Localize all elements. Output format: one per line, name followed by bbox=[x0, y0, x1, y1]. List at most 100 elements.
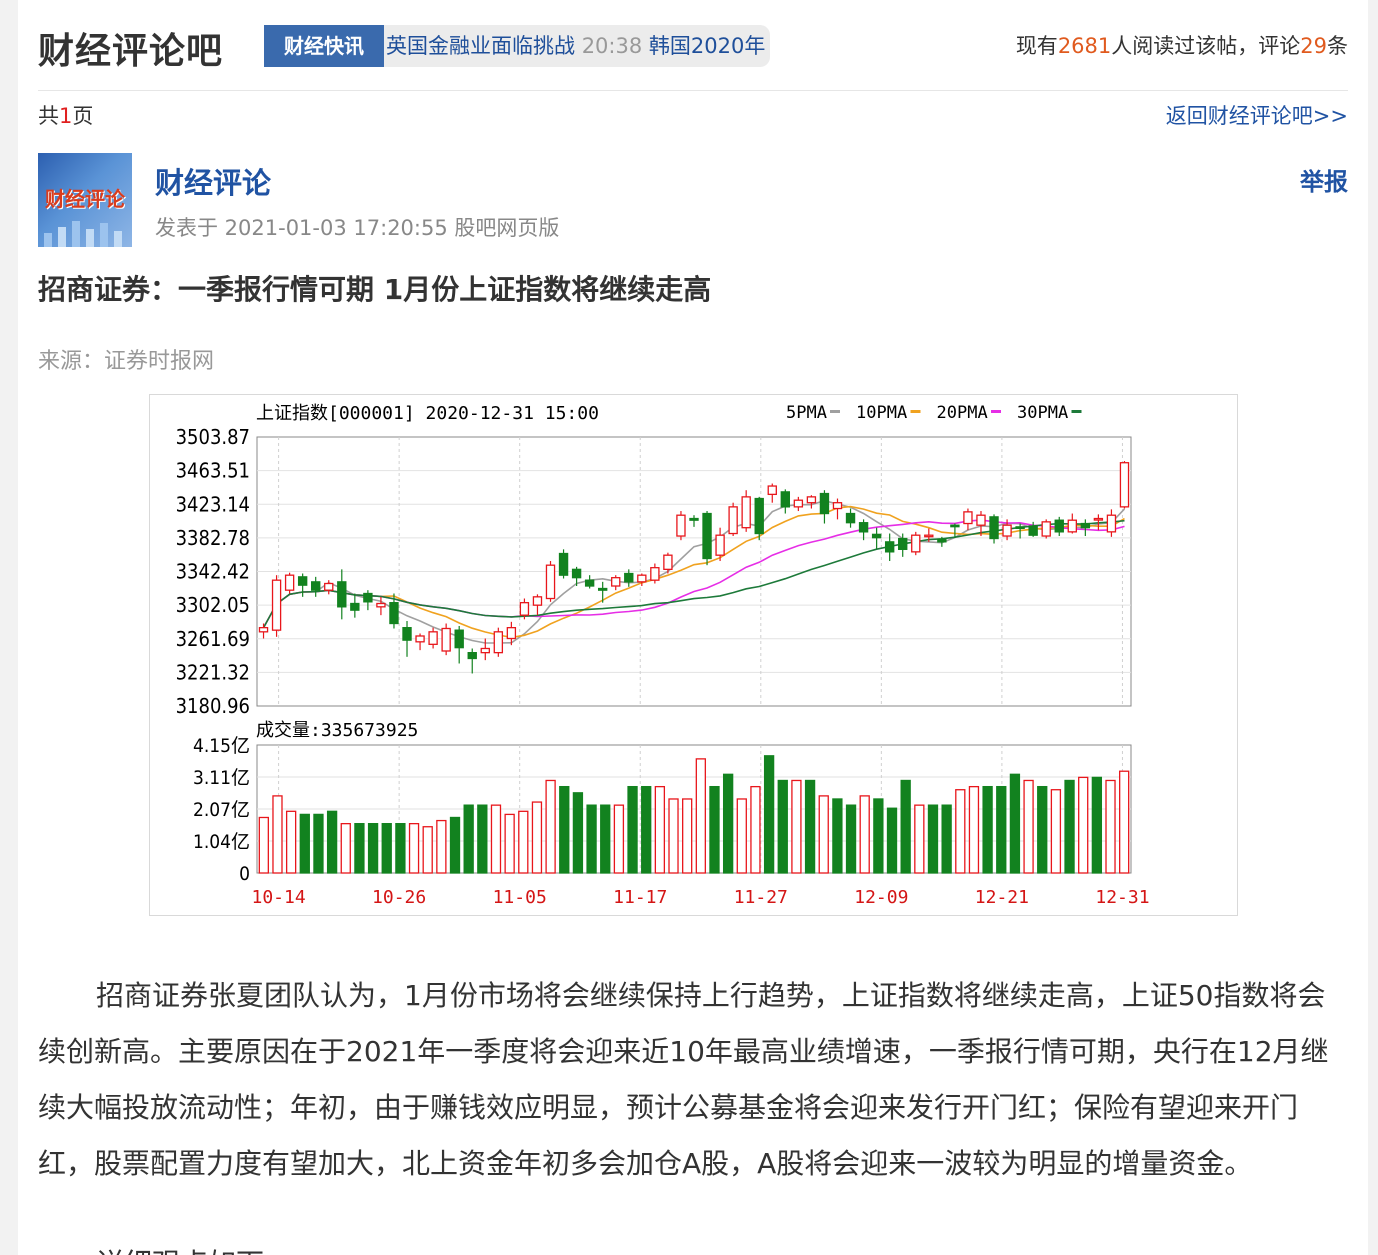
candle-body bbox=[311, 581, 321, 591]
volume-bar bbox=[832, 798, 843, 874]
volume-bar bbox=[326, 810, 338, 874]
ticker-news-link[interactable]: 韩国2020年 bbox=[649, 34, 765, 58]
candle-body bbox=[454, 629, 464, 649]
price-tick-label: 3180.96 bbox=[176, 694, 250, 718]
legend-swatch bbox=[991, 410, 1001, 413]
article-paragraph: 详细观点如下： bbox=[38, 1236, 1348, 1255]
author-avatar[interactable]: 财经评论 bbox=[38, 153, 132, 247]
candle-body bbox=[976, 514, 986, 526]
candle-body bbox=[1054, 519, 1064, 533]
volume-bar bbox=[449, 816, 461, 874]
news-ticker[interactable]: 财经快讯 英国金融业面临挑战 20:38 韩国2020年 bbox=[264, 25, 770, 67]
candle-body bbox=[676, 514, 686, 537]
read-stats: 现有2681人阅读过该帖，评论29条 bbox=[1016, 30, 1348, 60]
read-count: 2681 bbox=[1057, 34, 1112, 58]
volume-tick-label: 2.07亿 bbox=[193, 799, 250, 821]
candle-body bbox=[258, 627, 269, 633]
price-axis-labels: 3503.87 3463.51 3423.14 3382.78 3342.42 3302.… bbox=[176, 425, 250, 718]
volume-bar bbox=[299, 813, 310, 874]
volume-bar bbox=[900, 779, 911, 874]
volume-bar bbox=[504, 813, 515, 874]
price-tick-label: 3382.78 bbox=[176, 526, 250, 550]
legend-label: 10PMA bbox=[856, 403, 907, 423]
candle-body bbox=[767, 485, 777, 496]
candle-body bbox=[793, 499, 804, 508]
candle-body bbox=[950, 524, 960, 528]
legend-swatch bbox=[910, 410, 921, 413]
candle-body bbox=[441, 627, 451, 652]
volume-bar bbox=[695, 758, 706, 874]
report-button[interactable]: 举报 bbox=[1300, 162, 1348, 197]
candle-body bbox=[389, 602, 399, 625]
volume-bar bbox=[982, 785, 993, 874]
candle-body bbox=[871, 533, 882, 539]
volume-bar bbox=[1105, 779, 1116, 874]
volume-bar bbox=[613, 804, 625, 874]
volume-bar bbox=[668, 798, 679, 874]
volume-bar bbox=[1050, 789, 1062, 874]
ticker-badge: 财经快讯 bbox=[264, 25, 384, 67]
volume-bar bbox=[750, 785, 761, 874]
candle-body bbox=[558, 552, 569, 576]
legend-swatch bbox=[1071, 410, 1082, 413]
avatar-bars-graphic bbox=[44, 221, 122, 247]
volume-bar bbox=[941, 804, 952, 874]
post-meta: 发表于 2021-01-03 17:20:55 股吧网页版 bbox=[155, 216, 560, 240]
candle-body bbox=[780, 491, 791, 508]
ticker-news-link[interactable]: 英国金融业面临挑战 bbox=[386, 34, 575, 58]
volume-bar bbox=[490, 804, 502, 874]
volume-bar bbox=[845, 804, 857, 874]
price-tick-label: 3302.05 bbox=[176, 593, 250, 617]
volume-tick-label: 3.11亿 bbox=[193, 767, 250, 789]
header-divider bbox=[38, 90, 1348, 91]
volume-bar bbox=[395, 823, 406, 874]
candle-body bbox=[1093, 517, 1104, 521]
volume-bar bbox=[1037, 785, 1048, 874]
candle-body bbox=[271, 579, 282, 631]
read-prefix: 现有 bbox=[1015, 34, 1058, 58]
candle-body bbox=[1028, 525, 1038, 536]
candle-body bbox=[650, 567, 660, 581]
candle-body bbox=[493, 631, 504, 654]
article-paragraph: 招商证券张夏团队认为，1月份市场将会继续保持上行趋势，上证指数将继续走高，上证5… bbox=[38, 979, 1329, 1180]
volume-bar bbox=[586, 804, 597, 874]
volume-bar bbox=[313, 813, 324, 874]
date-tick-label: 12-21 bbox=[975, 887, 1029, 908]
candle-body bbox=[324, 582, 334, 591]
date-tick-label: 11-05 bbox=[493, 887, 547, 908]
back-to-bar-link[interactable]: 返回财经评论吧>> bbox=[1166, 100, 1348, 130]
chart-title: 上证指数[000001] 2020-12-31 15:00 bbox=[256, 403, 599, 424]
candle-body bbox=[532, 596, 543, 606]
volume-bar bbox=[914, 804, 925, 874]
volume-tick-label: 1.04亿 bbox=[193, 831, 250, 853]
candle-body bbox=[597, 587, 608, 591]
volume-bar bbox=[873, 798, 884, 874]
candle-body bbox=[428, 631, 438, 645]
price-tick-label: 3423.14 bbox=[176, 492, 250, 516]
candle-body bbox=[284, 574, 295, 591]
candle-body bbox=[1080, 522, 1091, 529]
legend-label: 5PMA bbox=[786, 403, 827, 423]
volume-bar bbox=[367, 823, 379, 874]
chart-legend: 5PMA 10PMA 20PMA 30PMA bbox=[786, 403, 1082, 423]
candle-body bbox=[506, 627, 517, 640]
volume-bar bbox=[627, 785, 638, 874]
candle-body bbox=[297, 576, 308, 586]
author-name[interactable]: 财经评论 bbox=[155, 160, 271, 202]
volume-bar bbox=[736, 798, 747, 874]
candle-body bbox=[689, 517, 699, 521]
ticker-content: 英国金融业面临挑战 20:38 韩国2020年 bbox=[386, 25, 765, 67]
volume-bar bbox=[968, 785, 980, 874]
candle-body bbox=[702, 512, 712, 560]
price-tick-label: 3261.69 bbox=[176, 627, 250, 651]
candle-body bbox=[545, 564, 556, 600]
date-tick-label: 11-27 bbox=[734, 887, 788, 908]
price-tick-label: 3503.87 bbox=[176, 425, 250, 449]
candle-body bbox=[989, 516, 999, 540]
candle-body bbox=[624, 572, 634, 583]
candle-body bbox=[1119, 462, 1130, 508]
candle-body bbox=[911, 534, 921, 553]
volume-bar bbox=[422, 826, 433, 874]
avatar-text: 财经评论 bbox=[45, 187, 125, 211]
bar-title[interactable]: 财经评论吧 bbox=[38, 22, 223, 74]
